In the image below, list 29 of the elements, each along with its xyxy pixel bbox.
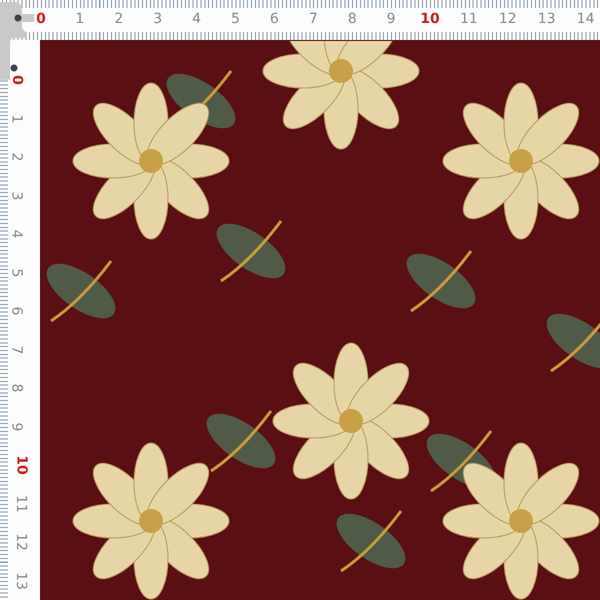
ruler-number: 3 bbox=[153, 10, 162, 28]
ruler-number: 10 bbox=[12, 455, 31, 475]
ruler-number: 5 bbox=[231, 10, 240, 28]
ruler-number: 11 bbox=[460, 10, 478, 28]
ruler-number: 7 bbox=[7, 345, 26, 354]
ruler-number: 9 bbox=[7, 422, 26, 431]
ruler-number: 1 bbox=[7, 114, 26, 123]
ruler-number: 13 bbox=[12, 572, 30, 590]
ruler-number: 4 bbox=[7, 230, 26, 238]
ruler-number: 12 bbox=[498, 10, 517, 28]
ruler-number: 5 bbox=[7, 268, 26, 277]
ruler-number: 8 bbox=[7, 384, 26, 392]
ruler-number: 6 bbox=[270, 10, 279, 28]
ruler-number: 9 bbox=[386, 10, 396, 28]
ruler-number: 3 bbox=[7, 191, 26, 200]
ruler-number: 2 bbox=[7, 152, 26, 162]
ruler-number: 7 bbox=[308, 10, 318, 28]
ruler-number: 0 bbox=[36, 10, 46, 28]
ruler-number: 0 bbox=[8, 75, 26, 85]
ruler-number: 14 bbox=[576, 10, 594, 28]
ruler-number: 1 bbox=[75, 10, 84, 28]
ruler-number: 6 bbox=[7, 306, 26, 316]
ruler-number: 2 bbox=[114, 10, 124, 28]
ruler-number: 11 bbox=[12, 494, 30, 512]
ruler-number: 4 bbox=[192, 10, 202, 28]
ruler-number: 13 bbox=[538, 10, 556, 28]
ruler-number: 10 bbox=[420, 10, 440, 28]
ruler-number: 8 bbox=[348, 10, 357, 28]
ruler-number: 12 bbox=[12, 533, 30, 551]
